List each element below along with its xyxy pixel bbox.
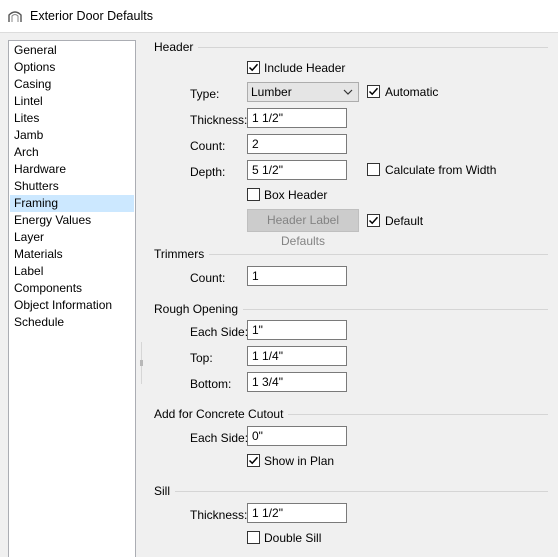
thickness-label: Thickness: xyxy=(190,113,248,127)
rough-bottom-field[interactable]: 1 3/4" xyxy=(247,372,347,392)
calculate-from-width-label[interactable]: Calculate from Width xyxy=(385,163,496,177)
sidebar-item-jamb[interactable]: Jamb xyxy=(10,127,134,144)
sidebar-item-object-information[interactable]: Object Information xyxy=(10,297,134,314)
trimmers-count-field[interactable]: 1 xyxy=(247,266,347,286)
header-count-field[interactable]: 2 xyxy=(247,134,347,154)
splitter-grip-dot xyxy=(140,360,143,366)
include-header-label[interactable]: Include Header xyxy=(264,61,345,75)
header-label-defaults-button[interactable]: Header Label Defaults xyxy=(247,209,359,248)
sidebar-item-energy-values[interactable]: Energy Values xyxy=(10,212,134,229)
type-label: Type: xyxy=(190,87,220,101)
door-icon xyxy=(8,11,22,22)
header-section-divider xyxy=(154,47,548,48)
type-dropdown-value: Lumber xyxy=(251,85,292,99)
sill-thickness-label: Thickness: xyxy=(190,508,248,522)
checkmark-icon xyxy=(248,63,259,72)
sidebar-item-casing[interactable]: Casing xyxy=(10,76,134,93)
sidebar-item-framing[interactable]: Framing xyxy=(10,195,134,212)
rough-top-label: Top: xyxy=(190,351,213,365)
window-title: Exterior Door Defaults xyxy=(30,9,153,23)
sill-section-divider xyxy=(154,491,548,492)
show-in-plan-checkbox[interactable] xyxy=(247,454,260,467)
checkmark-icon xyxy=(248,456,259,465)
title-bar: Exterior Door Defaults xyxy=(0,0,558,32)
trimmers-count-label: Count: xyxy=(190,271,226,285)
depth-label: Depth: xyxy=(190,165,226,179)
calculate-from-width-checkbox[interactable] xyxy=(367,163,380,176)
box-header-label[interactable]: Box Header xyxy=(264,188,327,202)
trimmers-section-title: Trimmers xyxy=(154,247,210,261)
sidebar-item-materials[interactable]: Materials xyxy=(10,246,134,263)
checkmark-icon xyxy=(368,87,379,96)
automatic-checkbox[interactable] xyxy=(367,85,380,98)
sidebar-item-shutters[interactable]: Shutters xyxy=(10,178,134,195)
concrete-cutout-section-title: Add for Concrete Cutout xyxy=(154,407,289,421)
category-list[interactable]: General Options Casing Lintel Lites Jamb… xyxy=(8,40,136,557)
count-label: Count: xyxy=(190,139,226,153)
sidebar-item-lites[interactable]: Lites xyxy=(10,110,134,127)
sidebar-item-components[interactable]: Components xyxy=(10,280,134,297)
default-label[interactable]: Default xyxy=(385,214,423,228)
sidebar-item-hardware[interactable]: Hardware xyxy=(10,161,134,178)
title-divider xyxy=(0,32,558,33)
trimmers-section-divider xyxy=(154,254,548,255)
sidebar-item-general[interactable]: General xyxy=(10,42,134,59)
include-header-checkbox[interactable] xyxy=(247,61,260,74)
cutout-each-side-label: Each Side: xyxy=(190,431,249,445)
automatic-label[interactable]: Automatic xyxy=(385,85,438,99)
splitter-handle[interactable] xyxy=(140,342,143,384)
rough-opening-section-title: Rough Opening xyxy=(154,302,244,316)
header-depth-field[interactable]: 5 1/2" xyxy=(247,160,347,180)
default-checkbox[interactable] xyxy=(367,214,380,227)
sidebar-item-label[interactable]: Label xyxy=(10,263,134,280)
box-header-checkbox[interactable] xyxy=(247,188,260,201)
header-section-title: Header xyxy=(154,40,199,54)
sidebar-item-layer[interactable]: Layer xyxy=(10,229,134,246)
sidebar-item-options[interactable]: Options xyxy=(10,59,134,76)
rough-top-field[interactable]: 1 1/4" xyxy=(247,346,347,366)
rough-each-side-field[interactable]: 1" xyxy=(247,320,347,340)
sidebar-item-arch[interactable]: Arch xyxy=(10,144,134,161)
header-thickness-field[interactable]: 1 1/2" xyxy=(247,108,347,128)
sill-thickness-field[interactable]: 1 1/2" xyxy=(247,503,347,523)
rough-bottom-label: Bottom: xyxy=(190,377,232,391)
checkmark-icon xyxy=(368,216,379,225)
sill-section-title: Sill xyxy=(154,484,176,498)
cutout-each-side-field[interactable]: 0" xyxy=(247,426,347,446)
rough-each-side-label: Each Side: xyxy=(190,325,249,339)
double-sill-checkbox[interactable] xyxy=(247,531,260,544)
chevron-down-icon xyxy=(343,89,353,95)
sidebar-item-schedule[interactable]: Schedule xyxy=(10,314,134,331)
double-sill-label[interactable]: Double Sill xyxy=(264,531,321,545)
show-in-plan-label[interactable]: Show in Plan xyxy=(264,454,334,468)
sidebar-item-lintel[interactable]: Lintel xyxy=(10,93,134,110)
type-dropdown[interactable]: Lumber xyxy=(247,82,359,102)
